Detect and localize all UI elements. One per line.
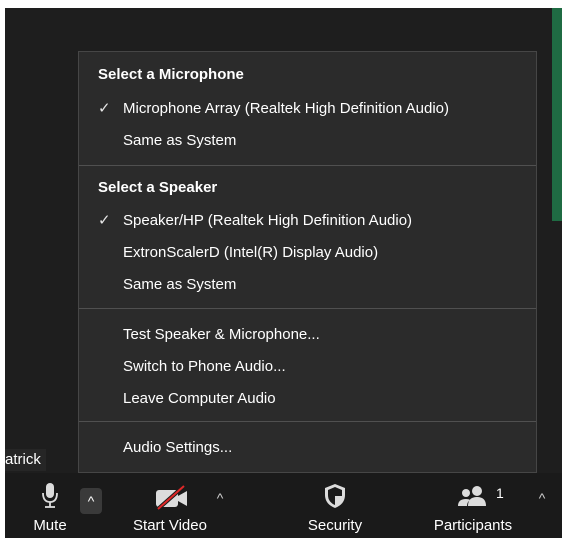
participants-label: Participants [433,517,513,534]
microphone-option-label: Microphone Array (Realtek High Definitio… [123,100,449,117]
menu-divider [79,165,536,166]
microphone-option-realtek[interactable]: ✓ Microphone Array (Realtek High Definit… [79,96,536,122]
menu-divider [79,308,536,309]
menu-item-label: Audio Settings... [123,439,233,456]
shield-icon [325,484,345,508]
audio-options-caret[interactable]: ^ [80,488,102,514]
participant-name-tag: atrick [5,449,46,471]
microphone-option-same-as-system[interactable]: Same as System [79,128,536,154]
audio-options-menu: Select a Microphone ✓ Microphone Array (… [78,51,537,473]
speaker-option-label: ExtronScalerD (Intel(R) Display Audio) [123,244,379,261]
menu-divider [79,421,536,422]
speaker-heading: Select a Speaker [98,179,218,196]
participants-button[interactable]: 1 Participants [423,473,523,538]
participants-count: 1 [496,485,504,501]
speaker-option-realtek[interactable]: ✓ Speaker/HP (Realtek High Definition Au… [79,208,536,234]
speaker-option-label: Same as System [123,276,237,293]
security-label: Security [307,517,363,534]
switch-to-phone-audio-item[interactable]: Switch to Phone Audio... [79,354,536,380]
audio-settings-item[interactable]: Audio Settings... [79,435,536,461]
leave-computer-audio-item[interactable]: Leave Computer Audio [79,386,536,412]
start-video-label: Start Video [133,517,207,534]
menu-item-label: Test Speaker & Microphone... [123,326,320,343]
participants-options-caret[interactable]: ^ [533,488,551,508]
microphone-option-label: Same as System [123,132,237,149]
speaker-option-same-as-system[interactable]: Same as System [79,272,536,298]
check-icon: ✓ [98,100,111,117]
test-speaker-microphone-item[interactable]: Test Speaker & Microphone... [79,322,536,348]
active-speaker-border [552,8,562,221]
video-off-icon [156,485,187,511]
mute-button[interactable]: Mute [25,473,75,538]
microphone-icon [42,483,58,508]
meeting-window: Select a Microphone ✓ Microphone Array (… [5,8,562,538]
start-video-button[interactable]: Start Video [125,473,215,538]
participants-icon [458,486,486,506]
video-options-caret[interactable]: ^ [211,488,229,508]
security-button[interactable]: Security [295,473,375,538]
menu-item-label: Leave Computer Audio [123,390,276,407]
menu-item-label: Switch to Phone Audio... [123,358,286,375]
speaker-option-extron[interactable]: ExtronScalerD (Intel(R) Display Audio) [79,240,536,266]
mute-label: Mute [33,517,67,534]
meeting-toolbar: Mute ^ Start Video ^ Security 1 Particip… [5,473,562,538]
speaker-option-label: Speaker/HP (Realtek High Definition Audi… [123,212,413,229]
microphone-heading: Select a Microphone [98,66,244,83]
check-icon: ✓ [98,212,111,229]
